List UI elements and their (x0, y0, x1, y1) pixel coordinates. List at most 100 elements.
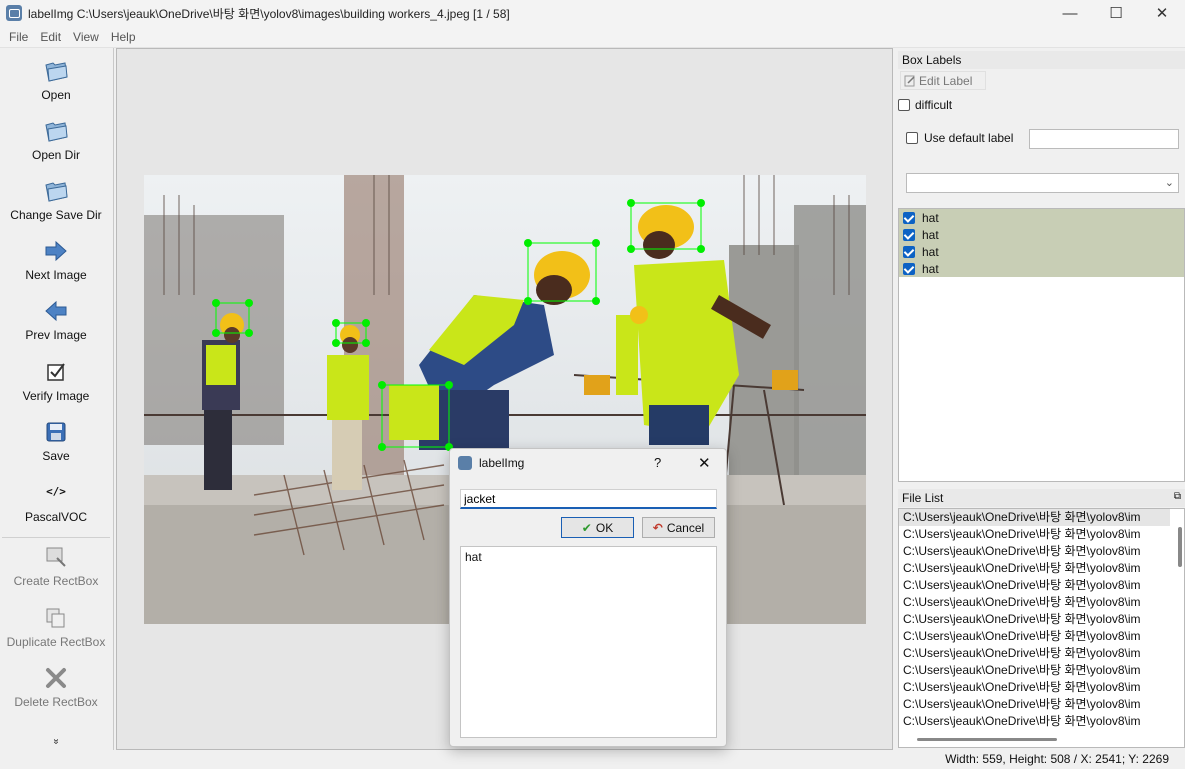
label-input[interactable] (460, 489, 717, 509)
box-label-item[interactable]: hat (899, 226, 1184, 243)
file-list-item[interactable]: C:\Users\jeauk\OneDrive\바탕 화면\yolov8\im (899, 645, 1170, 662)
box-label-list: hat hat hat hat (898, 208, 1185, 482)
file-list-item[interactable]: C:\Users\jeauk\OneDrive\바탕 화면\yolov8\im (899, 543, 1170, 560)
next-image-button[interactable]: Next Image (0, 238, 112, 282)
edit-icon (904, 75, 915, 87)
file-list-item[interactable]: C:\Users\jeauk\OneDrive\바탕 화면\yolov8\im (899, 679, 1170, 696)
checkbox-check-icon (47, 363, 65, 381)
folder-open-icon (45, 62, 68, 82)
file-list-item[interactable]: C:\Users\jeauk\OneDrive\바탕 화면\yolov8\im (899, 628, 1170, 645)
create-box-icon (46, 547, 66, 567)
title-bar: labelImg C:\Users\jeauk\OneDrive\바탕 화면\y… (0, 0, 1185, 26)
chevron-down-icon: ⌄ (1164, 177, 1174, 189)
close-button[interactable]: ✕ (1139, 0, 1185, 26)
checked-checkbox-icon[interactable] (903, 228, 915, 241)
labelimg-app-icon (458, 456, 472, 470)
file-list-item[interactable]: C:\Users\jeauk\OneDrive\바탕 화면\yolov8\im (899, 713, 1170, 730)
ok-label: OK (595, 520, 614, 535)
change-save-dir-button[interactable]: Change Save Dir (0, 178, 112, 222)
delete-rectbox-button[interactable]: Delete RectBox (0, 665, 112, 709)
file-list-item[interactable]: C:\Users\jeauk\OneDrive\바탕 화면\yolov8\im (899, 696, 1170, 713)
file-list-title: File List ⧉ (898, 489, 1185, 507)
box-label-text: hat (922, 244, 939, 259)
maximize-button[interactable]: ☐ (1093, 0, 1139, 26)
floppy-disk-icon (46, 422, 66, 442)
save-label: Save (42, 449, 70, 463)
arrow-left-icon (45, 300, 67, 322)
prev-image-label: Prev Image (25, 328, 87, 342)
menu-view[interactable]: View (67, 30, 105, 44)
file-list-item[interactable]: C:\Users\jeauk\OneDrive\바탕 화면\yolov8\im (899, 611, 1170, 628)
checked-checkbox-icon[interactable] (903, 211, 915, 224)
file-list-title-text: File List (902, 491, 944, 505)
verify-image-label: Verify Image (22, 389, 90, 403)
label-dialog: labelImg ? ✕ ✔ OK ↶ Cancel hat (449, 448, 727, 747)
status-bar: Width: 559, Height: 508 / X: 2541; Y: 22… (0, 750, 1185, 769)
label-combo-box[interactable]: ⌄ (906, 173, 1179, 193)
vertical-scrollbar[interactable] (1178, 527, 1182, 567)
horizontal-scrollbar[interactable] (917, 738, 1057, 741)
toolbar: Open Open Dir Change Save Dir Next Image… (0, 48, 114, 750)
edit-label-text: Edit Label (919, 74, 973, 88)
delete-rectbox-label: Delete RectBox (14, 695, 98, 709)
checked-checkbox-icon[interactable] (903, 262, 915, 275)
file-list: C:\Users\jeauk\OneDrive\바탕 화면\yolov8\im … (898, 508, 1185, 748)
folder-open-icon (45, 182, 68, 202)
file-list-item[interactable]: C:\Users\jeauk\OneDrive\바탕 화면\yolov8\im (899, 594, 1170, 611)
create-rectbox-button[interactable]: Create RectBox (0, 544, 112, 588)
toolbar-more-button[interactable]: » (51, 736, 62, 748)
use-default-label-checkbox[interactable] (906, 132, 918, 144)
edit-label-button[interactable]: Edit Label (900, 71, 986, 90)
dialog-title: labelImg (479, 456, 525, 470)
file-list-item[interactable]: C:\Users\jeauk\OneDrive\바탕 화면\yolov8\im (899, 560, 1170, 577)
labelimg-app-icon (6, 5, 22, 21)
default-label-input[interactable] (1029, 129, 1179, 149)
folder-open-icon (45, 122, 68, 142)
duplicate-icon (46, 608, 65, 628)
file-list-item[interactable]: C:\Users\jeauk\OneDrive\바탕 화면\yolov8\im (899, 526, 1170, 543)
code-icon: </> (46, 485, 66, 498)
ok-button[interactable]: ✔ OK (561, 517, 634, 538)
difficult-checkbox[interactable] (898, 99, 910, 111)
box-label-item[interactable]: hat (899, 209, 1184, 226)
menu-edit[interactable]: Edit (34, 30, 67, 44)
file-list-item[interactable]: C:\Users\jeauk\OneDrive\바탕 화면\yolov8\im (899, 577, 1170, 594)
delete-x-icon (46, 668, 66, 688)
duplicate-rectbox-button[interactable]: Duplicate RectBox (0, 605, 112, 649)
dialog-help-button[interactable]: ? (654, 455, 661, 470)
change-save-dir-label: Change Save Dir (10, 208, 102, 222)
checked-checkbox-icon[interactable] (903, 245, 915, 258)
window-title: labelImg C:\Users\jeauk\OneDrive\바탕 화면\y… (28, 6, 510, 21)
next-image-label: Next Image (25, 268, 87, 282)
dialog-close-button[interactable]: ✕ (698, 454, 711, 472)
box-labels-title: Box Labels (898, 51, 1185, 69)
menu-bar: File Edit View Help (0, 26, 1185, 48)
check-icon: ✔ (581, 520, 592, 535)
minimize-button[interactable]: — (1047, 0, 1093, 26)
undo-arrow-icon: ↶ (652, 520, 663, 535)
open-dir-label: Open Dir (31, 148, 81, 162)
duplicate-rectbox-label: Duplicate RectBox (6, 635, 106, 649)
cancel-label: Cancel (666, 520, 705, 535)
difficult-label: difficult (915, 98, 953, 112)
box-label-item[interactable]: hat (899, 243, 1184, 260)
file-list-item[interactable]: C:\Users\jeauk\OneDrive\바탕 화면\yolov8\im (899, 662, 1170, 679)
menu-file[interactable]: File (3, 30, 34, 44)
label-history-item[interactable]: hat (465, 550, 712, 564)
float-panel-icon[interactable]: ⧉ (1174, 491, 1181, 502)
box-label-text: hat (922, 227, 939, 242)
file-list-item[interactable]: C:\Users\jeauk\OneDrive\바탕 화면\yolov8\im (899, 509, 1170, 526)
save-button[interactable]: Save (0, 419, 112, 463)
cancel-button[interactable]: ↶ Cancel (642, 517, 715, 538)
menu-help[interactable]: Help (105, 30, 142, 44)
format-button[interactable]: </> PascalVOC (0, 484, 112, 524)
label-history-list: hat (460, 546, 717, 738)
box-label-item[interactable]: hat (899, 260, 1184, 277)
box-label-text: hat (922, 261, 939, 276)
toolbar-separator (2, 537, 110, 538)
open-button[interactable]: Open (0, 58, 112, 102)
prev-image-button[interactable]: Prev Image (0, 298, 112, 342)
verify-image-button[interactable]: Verify Image (0, 359, 112, 403)
dialog-title-bar: labelImg ? ✕ (450, 449, 726, 477)
open-dir-button[interactable]: Open Dir (0, 118, 112, 162)
